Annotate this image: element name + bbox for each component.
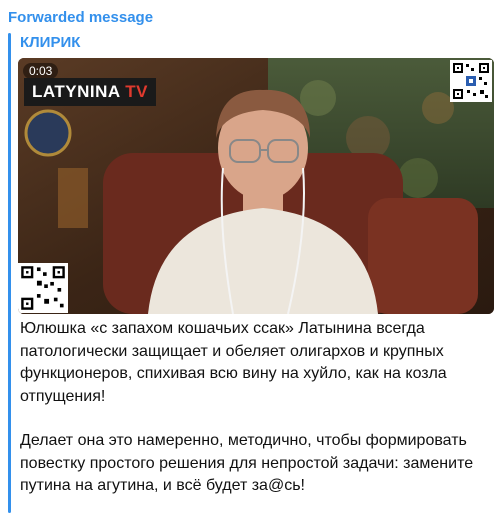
message-text: Юлюшка «с запахом кошачьих ссак» Латынин…	[20, 318, 494, 520]
forwarded-message-label: Forwarded message	[8, 9, 154, 26]
video-thumbnail[interactable]: 0:03 LATYNINA TV	[18, 58, 494, 314]
latynina-tv-logo: LATYNINA TV	[24, 78, 157, 106]
message-paragraph: Юлюшка «с запахом кошачьих ссак» Латынин…	[20, 320, 447, 405]
logo-text-tv: TV	[125, 82, 149, 101]
qr-code-icon	[450, 60, 492, 102]
logo-text-main: LATYNINA	[32, 82, 121, 101]
qr-code-icon	[18, 263, 68, 313]
message-paragraph: Делает она это намеренно, методично, что…	[20, 432, 474, 494]
video-duration-badge: 0:03	[23, 63, 59, 79]
forward-quote-bar	[8, 33, 11, 513]
forwarded-message: Forwarded message КЛИРИК 0:03 LATYNINA T…	[0, 0, 498, 522]
channel-name-link[interactable]: КЛИРИК	[20, 34, 80, 51]
